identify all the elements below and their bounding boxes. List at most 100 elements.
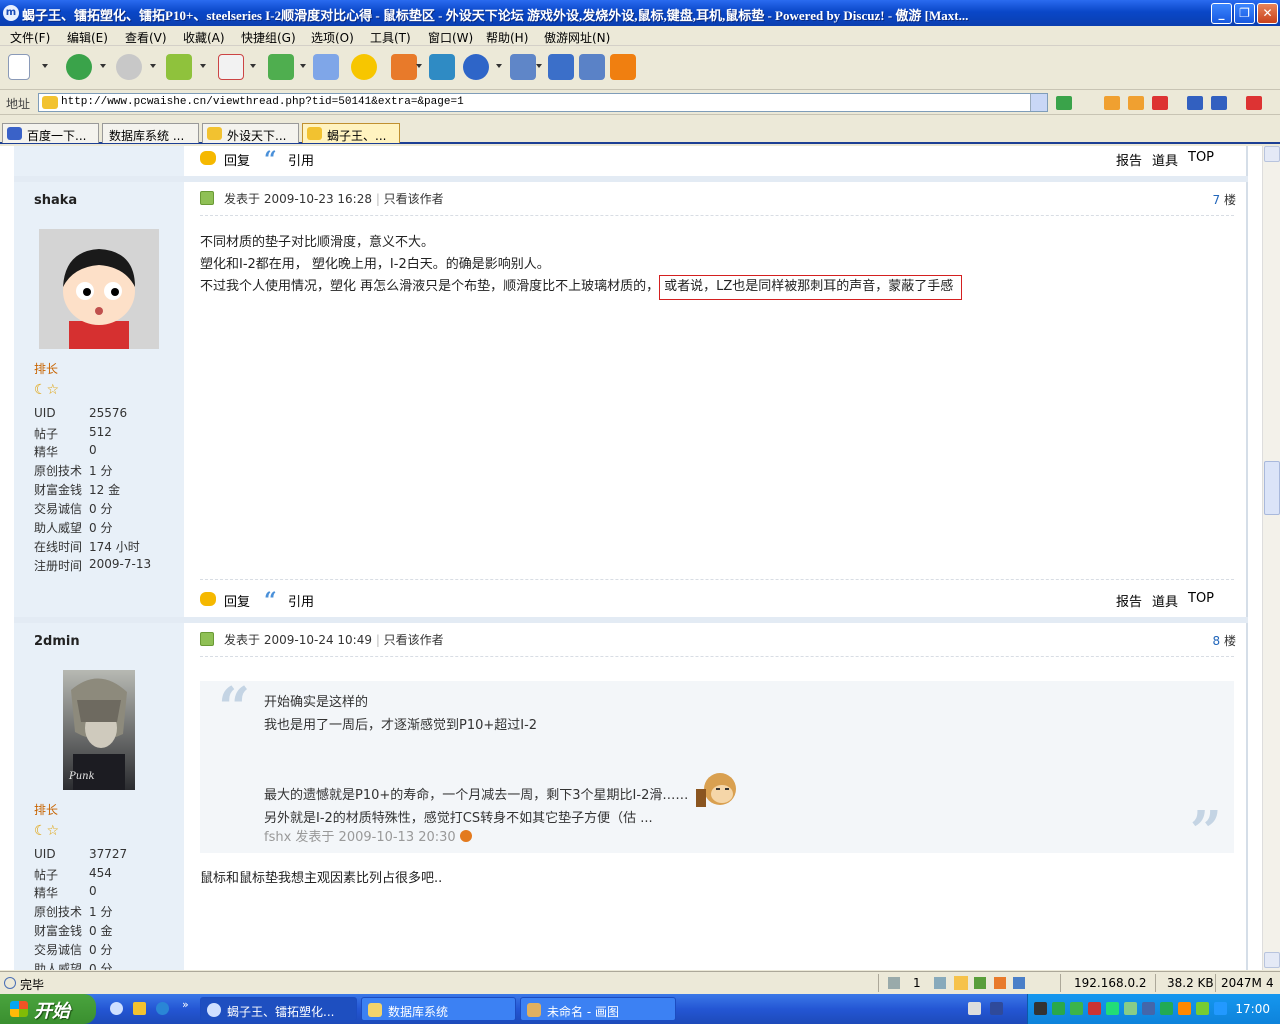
- report-link[interactable]: 报告: [1116, 150, 1142, 169]
- avatar[interactable]: Punk: [63, 670, 135, 790]
- task-database-folder[interactable]: 数据库系统: [361, 997, 516, 1021]
- quote-link[interactable]: 引用: [288, 591, 314, 610]
- task-browser[interactable]: 蝎子王、镭拓塑化...: [200, 997, 357, 1021]
- tools-link[interactable]: 道具: [1152, 591, 1178, 610]
- top-link[interactable]: TOP: [1188, 150, 1214, 165]
- help-icon[interactable]: [990, 1002, 1003, 1015]
- stop-icon[interactable]: [218, 54, 244, 80]
- quote-icon[interactable]: “: [264, 588, 277, 614]
- tools-link[interactable]: 道具: [1152, 150, 1178, 169]
- jump-to-post-icon[interactable]: [459, 830, 472, 842]
- scroll-down-button[interactable]: [1264, 952, 1280, 968]
- close-button[interactable]: ✕: [1257, 3, 1278, 24]
- new-dropdown-icon[interactable]: [42, 64, 48, 68]
- reply-link[interactable]: 回复: [224, 591, 250, 610]
- tray-antivirus-icon[interactable]: [1088, 1002, 1101, 1015]
- floor-number[interactable]: 8 楼: [1213, 632, 1236, 649]
- undo-dropdown-icon[interactable]: [496, 64, 502, 68]
- tab-current-thread[interactable]: 蝎子王、...: [302, 123, 400, 143]
- tray-security-icon[interactable]: [1052, 1002, 1065, 1015]
- tray-update-icon[interactable]: [1160, 1002, 1173, 1015]
- reply-icon[interactable]: [200, 592, 216, 606]
- author-name[interactable]: 2dmin: [34, 634, 80, 649]
- tray-nvidia-icon[interactable]: [1196, 1002, 1209, 1015]
- notes-icon[interactable]: [579, 54, 605, 80]
- minimize-button[interactable]: _: [1211, 3, 1232, 24]
- tray-network-icon[interactable]: [1124, 1002, 1137, 1015]
- tab-baidu[interactable]: 百度一下...: [2, 123, 99, 143]
- quote-link[interactable]: 引用: [288, 150, 314, 169]
- menu-maxthon-sites[interactable]: 傲游网址(N): [544, 29, 610, 46]
- scroll-thumb[interactable]: [1264, 461, 1280, 515]
- url-dropdown-icon[interactable]: [1030, 94, 1047, 111]
- scroll-up-button[interactable]: [1264, 146, 1280, 162]
- reply-icon[interactable]: [200, 151, 216, 165]
- go-up-icon[interactable]: [166, 54, 192, 80]
- forward-icon[interactable]: [116, 54, 142, 80]
- only-author-link[interactable]: 只看该作者: [384, 633, 444, 647]
- forward-dropdown-icon[interactable]: [150, 64, 156, 68]
- quote-icon[interactable]: “: [264, 147, 277, 173]
- author-name[interactable]: shaka: [34, 193, 77, 208]
- url-input[interactable]: http://www.pcwaishe.cn/viewthread.php?ti…: [38, 93, 1048, 112]
- maximize-button[interactable]: ❐: [1234, 3, 1255, 24]
- task-paint[interactable]: 未命名 - 画图: [520, 997, 676, 1021]
- quicklaunch-more-icon[interactable]: »: [182, 998, 189, 1011]
- download-icon[interactable]: [934, 977, 946, 989]
- keyboard-icon[interactable]: [968, 1002, 981, 1015]
- tab-close-icon[interactable]: [1246, 96, 1262, 110]
- screenshot-icon[interactable]: [429, 54, 455, 80]
- back-dropdown-icon[interactable]: [100, 64, 106, 68]
- vertical-scrollbar[interactable]: [1262, 146, 1280, 970]
- translate-icon[interactable]: [391, 54, 417, 80]
- mouse-gesture-icon[interactable]: [994, 977, 1006, 989]
- go-icon[interactable]: [1056, 96, 1072, 110]
- menu-tools[interactable]: 工具(T): [370, 29, 411, 46]
- menu-favorites[interactable]: 收藏(A): [183, 29, 225, 46]
- proxy-icon[interactable]: [1013, 977, 1025, 989]
- tray-tool-icon[interactable]: [1178, 1002, 1191, 1015]
- rss-icon[interactable]: [610, 54, 636, 80]
- tab-restore-icon[interactable]: [1211, 96, 1227, 110]
- avatar[interactable]: [39, 229, 159, 349]
- sidebar-icon[interactable]: [548, 54, 574, 80]
- trash-icon[interactable]: [888, 977, 900, 989]
- back-icon[interactable]: [66, 54, 92, 80]
- floor-number[interactable]: 7 楼: [1213, 191, 1236, 208]
- tab-minimize-icon[interactable]: [1187, 96, 1203, 110]
- top-link[interactable]: TOP: [1188, 591, 1214, 606]
- tab-pcwaishe[interactable]: 外设天下...: [202, 123, 299, 143]
- report-link[interactable]: 报告: [1116, 591, 1142, 610]
- stop-dropdown-icon[interactable]: [250, 64, 256, 68]
- up-dropdown-icon[interactable]: [200, 64, 206, 68]
- ie-quicklaunch-icon[interactable]: [156, 1002, 169, 1015]
- next-tab-icon[interactable]: [1128, 96, 1144, 110]
- menu-file[interactable]: 文件(F): [10, 29, 50, 46]
- new-page-icon[interactable]: [8, 54, 30, 80]
- popup-blocker-icon[interactable]: [954, 976, 968, 990]
- undo-close-icon[interactable]: [463, 54, 489, 80]
- close-tab-icon[interactable]: [1152, 96, 1168, 110]
- tray-volume-icon[interactable]: [1214, 1002, 1227, 1015]
- prev-tab-icon[interactable]: [1104, 96, 1120, 110]
- tray-app-icon[interactable]: [1034, 1002, 1047, 1015]
- addon-icon[interactable]: [974, 977, 986, 989]
- start-button[interactable]: 开始: [0, 994, 96, 1024]
- menu-edit[interactable]: 编辑(E): [67, 29, 108, 46]
- refresh-icon[interactable]: [268, 54, 294, 80]
- tab-database[interactable]: 数据库系统 ...: [102, 123, 199, 143]
- refresh-dropdown-icon[interactable]: [300, 64, 306, 68]
- tray-qq-icon[interactable]: [1106, 1002, 1119, 1015]
- favorites-star-icon[interactable]: [351, 54, 377, 80]
- tray-shield-icon[interactable]: [1070, 1002, 1083, 1015]
- menu-options[interactable]: 选项(O): [311, 29, 354, 46]
- menu-view[interactable]: 查看(V): [125, 29, 167, 46]
- home-icon[interactable]: [313, 54, 339, 80]
- tab-group-icon[interactable]: [510, 54, 536, 80]
- tab-group-dropdown-icon[interactable]: [536, 64, 542, 68]
- reply-link[interactable]: 回复: [224, 150, 250, 169]
- tray-input-icon[interactable]: [1142, 1002, 1155, 1015]
- translate-dropdown-icon[interactable]: [416, 64, 422, 68]
- quicklaunch-icon[interactable]: [133, 1002, 146, 1015]
- menu-help[interactable]: 帮助(H): [486, 29, 528, 46]
